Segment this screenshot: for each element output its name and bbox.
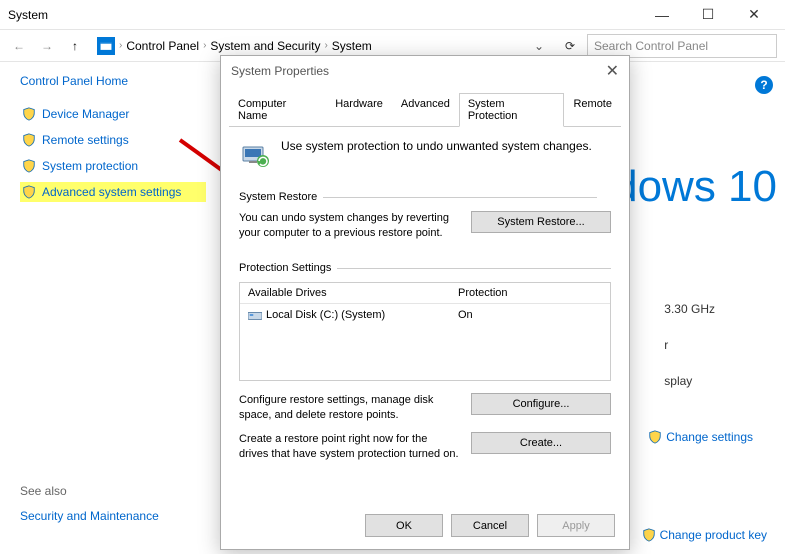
drive-row[interactable]: Local Disk (C:) (System) On [240, 304, 610, 326]
titlebar: System — ☐ ✕ [0, 0, 785, 30]
col-protection[interactable]: Protection [450, 283, 610, 303]
create-text: Create a restore point right now for the… [239, 432, 459, 463]
shield-icon [22, 133, 36, 147]
system-properties-dialog: System Properties ✕ Computer Name Hardwa… [220, 55, 630, 550]
shield-icon [22, 107, 36, 121]
see-also-link-label: Security and Maintenance [20, 509, 159, 523]
dialog-close-button[interactable]: ✕ [606, 61, 619, 81]
chevron-right-icon: › [119, 40, 122, 51]
apply-button[interactable]: Apply [537, 514, 615, 537]
back-button[interactable]: ← [8, 35, 30, 57]
windows-brand-text: dows 10 [613, 162, 777, 212]
system-restore-text: You can undo system changes by reverting… [239, 211, 459, 242]
cpu-freq: 3.30 GHz [664, 302, 715, 316]
see-also-heading: See also [20, 484, 161, 498]
system-protection-icon [239, 139, 271, 171]
sidebar-item-system-protection[interactable]: System protection [20, 156, 206, 176]
fragment-text: splay [664, 374, 715, 388]
breadcrumb[interactable]: › Control Panel › System and Security › … [92, 34, 553, 58]
drive-name: Local Disk (C:) (System) [266, 309, 385, 321]
maximize-button[interactable]: ☐ [685, 0, 731, 30]
sidebar-item-label: System protection [42, 159, 138, 173]
sidebar-item-label: Device Manager [42, 107, 129, 121]
protection-settings-label: Protection Settings [239, 262, 331, 274]
crumb-control-panel[interactable]: Control Panel [126, 39, 199, 53]
dialog-title: System Properties [231, 64, 329, 78]
see-also-security-maintenance[interactable]: Security and Maintenance [18, 506, 161, 526]
forward-button[interactable]: → [36, 35, 58, 57]
location-icon [97, 37, 115, 55]
window-title: System [8, 8, 48, 22]
shield-icon [22, 185, 36, 199]
shield-icon [22, 159, 36, 173]
drive-icon [248, 309, 262, 321]
dialog-titlebar: System Properties ✕ [221, 56, 629, 86]
tab-hardware[interactable]: Hardware [326, 93, 392, 127]
tab-remote[interactable]: Remote [564, 93, 621, 127]
drive-status: On [458, 309, 602, 321]
chevron-down-icon[interactable]: ⌄ [534, 39, 544, 53]
system-restore-button[interactable]: System Restore... [471, 211, 611, 233]
col-available-drives[interactable]: Available Drives [240, 283, 450, 303]
configure-text: Configure restore settings, manage disk … [239, 393, 459, 424]
up-button[interactable]: ↑ [64, 35, 86, 57]
sidebar-item-remote-settings[interactable]: Remote settings [20, 130, 206, 150]
search-placeholder: Search Control Panel [594, 39, 708, 53]
cancel-button[interactable]: Cancel [451, 514, 529, 537]
chevron-right-icon: › [203, 40, 206, 51]
system-restore-label: System Restore [239, 191, 317, 203]
ok-button[interactable]: OK [365, 514, 443, 537]
chevron-right-icon: › [324, 40, 327, 51]
close-button[interactable]: ✕ [731, 0, 777, 30]
crumb-system-security[interactable]: System and Security [210, 39, 320, 53]
sidebar-item-label: Remote settings [42, 133, 129, 147]
sidebar-item-device-manager[interactable]: Device Manager [20, 104, 206, 124]
configure-button[interactable]: Configure... [471, 393, 611, 415]
tab-system-protection[interactable]: System Protection [459, 93, 565, 127]
sidebar-item-label: Advanced system settings [42, 185, 181, 199]
minimize-button[interactable]: — [639, 0, 685, 30]
sidebar-item-advanced-settings[interactable]: Advanced system settings [20, 182, 206, 202]
search-input[interactable]: Search Control Panel [587, 34, 777, 58]
shield-icon [642, 528, 656, 542]
refresh-button[interactable]: ⟳ [559, 35, 581, 57]
help-icon[interactable]: ? [755, 76, 773, 94]
fragment-text: r [664, 338, 715, 352]
sidebar: Control Panel Home Device Manager Remote… [0, 62, 210, 554]
tab-advanced[interactable]: Advanced [392, 93, 459, 127]
change-settings-link[interactable]: Change settings [648, 430, 753, 444]
change-product-key-link[interactable]: Change product key [642, 528, 767, 542]
shield-icon [648, 430, 662, 444]
drives-table: Available Drives Protection Local Disk (… [239, 282, 611, 381]
tab-computer-name[interactable]: Computer Name [229, 93, 326, 127]
create-button[interactable]: Create... [471, 432, 611, 454]
control-panel-home-link[interactable]: Control Panel Home [20, 74, 206, 88]
dialog-tabs: Computer Name Hardware Advanced System P… [229, 92, 621, 127]
crumb-system[interactable]: System [332, 39, 372, 53]
intro-text: Use system protection to undo unwanted s… [281, 139, 592, 153]
